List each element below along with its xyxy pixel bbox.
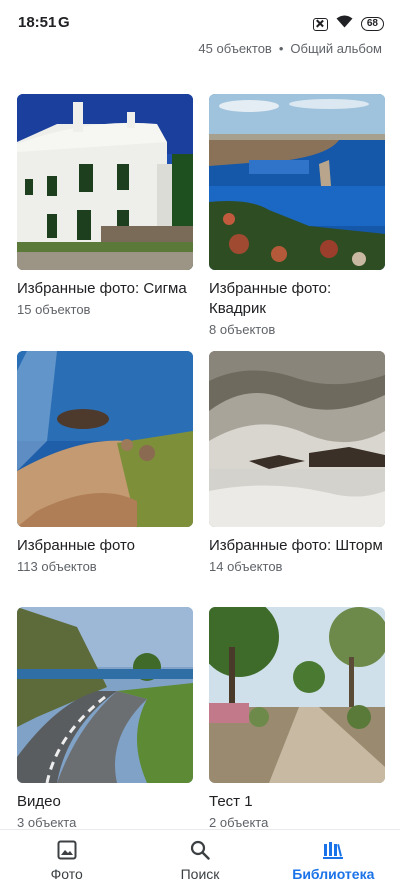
nav-search-label: Поиск: [180, 866, 220, 882]
album-thumbnail[interactable]: [17, 94, 193, 270]
album-card[interactable]: Избранные фото: Шторм 14 объектов: [209, 351, 385, 574]
object-count: 45 объектов: [198, 41, 272, 56]
nav-search[interactable]: Поиск: [133, 830, 266, 889]
album-count: 2 объекта: [209, 815, 269, 830]
album-card[interactable]: Избранные фото: Сигма 15 объектов: [17, 94, 193, 317]
status-time: 18:51: [18, 14, 57, 31]
album-thumbnail[interactable]: [209, 351, 385, 527]
album-count: 8 объектов: [209, 322, 276, 337]
separator: •: [278, 41, 284, 56]
album-type: Общий альбом: [290, 41, 382, 56]
nav-library[interactable]: Библиотека: [267, 830, 400, 889]
album-title: Избранные фото: Квадрик: [209, 280, 332, 317]
search-icon: [188, 839, 212, 861]
album-count: 113 объектов: [17, 559, 97, 574]
album-title: Видео: [17, 793, 61, 810]
photo-icon: [55, 839, 79, 861]
album-subtitle: 45 объектов • Общий альбом: [198, 41, 382, 56]
album-thumbnail[interactable]: [209, 94, 385, 270]
album-count: 14 объектов: [209, 559, 283, 574]
album-title: Тест 1: [209, 793, 253, 810]
nav-library-label: Библиотека: [292, 866, 375, 882]
bottom-navigation: Фото Поиск Библиотека: [0, 829, 400, 889]
album-card[interactable]: Избранные фото 113 объектов: [17, 351, 193, 574]
battery-icon: 68: [360, 17, 384, 31]
status-icons: 68: [312, 15, 384, 33]
album-card[interactable]: Избранные фото: Квадрик 8 объектов: [209, 94, 385, 337]
album-card[interactable]: Тест 1 2 объекта: [209, 607, 385, 830]
album-count: 3 объекта: [17, 815, 77, 830]
status-bar: 18:51 G 68: [0, 0, 400, 44]
album-title: Избранные фото: Сигма: [17, 280, 187, 297]
album-title: Избранные фото: Шторм: [209, 537, 383, 554]
album-thumbnail[interactable]: [17, 351, 193, 527]
google-g-icon: G: [58, 14, 70, 31]
no-sim-icon: [312, 17, 328, 31]
library-icon: [321, 839, 345, 861]
album-thumbnail[interactable]: [17, 607, 193, 783]
wifi-icon: [336, 15, 353, 33]
album-count: 15 объектов: [17, 302, 91, 317]
album-thumbnail[interactable]: [209, 607, 385, 783]
album-card[interactable]: Видео 3 объекта: [17, 607, 193, 830]
nav-photos-label: Фото: [50, 866, 83, 882]
album-title: Избранные фото: [17, 537, 136, 554]
nav-photos[interactable]: Фото: [0, 830, 133, 889]
